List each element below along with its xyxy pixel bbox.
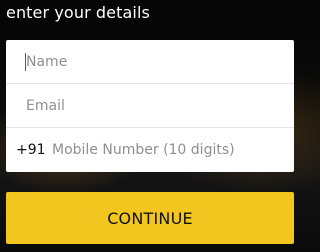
- country-code: +91: [16, 142, 46, 158]
- mobile-number-input[interactable]: [50, 128, 294, 172]
- text-caret: [25, 53, 26, 71]
- name-field-row: [6, 40, 294, 84]
- mobile-field-row: +91: [6, 128, 294, 172]
- details-form: +91: [6, 40, 294, 172]
- continue-button[interactable]: CONTINUE: [6, 192, 294, 244]
- email-input[interactable]: [6, 84, 294, 127]
- email-field-row: [6, 84, 294, 128]
- name-input[interactable]: [6, 40, 294, 83]
- page-title: enter your details: [6, 3, 150, 22]
